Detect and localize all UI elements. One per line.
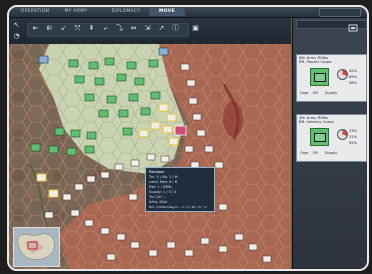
unit-counter — [84, 145, 95, 154]
unit-counter — [68, 59, 79, 68]
unit-counter — [74, 75, 85, 84]
unit-stat-label: Eff. — [313, 91, 319, 95]
game-window: OPERATION MY ARMY DIPLOMACY MOVE ↖ ◔ ⇤ ⇇… — [0, 0, 372, 274]
unit-counter — [98, 109, 109, 118]
unit-stat-label: Supply — [325, 91, 338, 95]
top-tab-bar: OPERATION MY ARMY DIPLOMACY MOVE — [9, 7, 367, 18]
unit-card[interactable]: 8th Army Rifles BR. Panzer Corps 42% 89%… — [296, 54, 367, 102]
unit-stat: 42% — [349, 69, 357, 73]
tooltip-line: Infra: Skld — [149, 200, 167, 204]
order-icon-7[interactable]: ⤵ — [115, 24, 124, 33]
tooltip-title: Paradom — [149, 170, 165, 174]
unit-counter — [158, 47, 169, 56]
unit-counter — [88, 61, 99, 70]
zoom-icon[interactable]: ◔ — [12, 32, 21, 41]
unit-counter — [118, 109, 129, 118]
unit-counter — [86, 131, 97, 140]
order-icon-9[interactable]: ⇲ — [143, 24, 152, 33]
order-icon-5[interactable]: ⇞ — [87, 24, 96, 33]
minimap[interactable] — [13, 227, 60, 267]
info-icon[interactable]: ⓘ — [171, 24, 180, 33]
unit-stat: 89% — [349, 75, 357, 79]
unit-stat: 36% — [349, 81, 357, 85]
tab-move[interactable]: MOVE — [149, 8, 185, 16]
org-gauge — [337, 129, 348, 140]
unit-counter — [128, 93, 139, 102]
tooltip-line: Trn Ctrl: ... — [149, 195, 168, 199]
unit-counter — [66, 147, 77, 156]
unit-info-panel: 8th Army Rifles BR. Panzer Corps 42% 89%… — [292, 18, 367, 269]
tooltip-line: Trn: 5 / Ab: 1 / M — [149, 175, 178, 179]
unit-counter — [84, 93, 95, 102]
unit-counter — [126, 61, 137, 70]
unit-card[interactable]: 4th Army Rifles BR. Infantry Corps 23% 3… — [296, 114, 367, 162]
unit-counter — [104, 57, 115, 66]
tab-operation[interactable]: OPERATION — [17, 8, 53, 16]
unit-stat-label: Eff. — [313, 151, 319, 155]
org-gauge — [337, 69, 348, 80]
unit-counter-icon[interactable]: ▣ — [191, 24, 200, 33]
pointer-icon[interactable]: ➚ — [157, 24, 166, 33]
order-icon-6[interactable]: ⤶ — [101, 24, 110, 33]
unit-counter — [48, 145, 59, 154]
enemy-unit — [174, 125, 187, 136]
order-icon-4[interactable]: ⤲ — [73, 24, 82, 33]
order-icon-8[interactable]: ↭ — [129, 24, 138, 33]
top-right-control[interactable] — [319, 8, 361, 17]
unit-stat-label: Orgs — [300, 151, 309, 155]
toolbar: ↖ ◔ ⇤ ⇇ ↙ ⤲ ⇞ ⤶ ⤵ ↭ ⇲ ➚ ⓘ ▣ — [9, 18, 291, 44]
unit-stat: 31% — [349, 135, 357, 139]
hex-info-tooltip: Paradom Trn: 5 / Ab: 1 / M Land: Mov: 6 … — [145, 167, 215, 212]
unit-counter-icon — [310, 68, 329, 86]
order-icon-3[interactable]: ↙ — [59, 24, 68, 33]
unit-counter — [106, 95, 117, 104]
order-icon-2[interactable]: ⇇ — [45, 24, 54, 33]
unit-counter-icon — [310, 128, 329, 146]
unit-counter — [54, 127, 65, 136]
unit-counter — [134, 77, 145, 86]
unit-stat: 23% — [349, 129, 357, 133]
unit-counter — [30, 143, 41, 152]
tooltip-line: Supply: 1 / 5 / 4 — [149, 190, 177, 194]
unit-counter — [122, 127, 133, 136]
unit-stat: 55% — [349, 141, 357, 145]
unit-subtitle: BR. Infantry Corps — [299, 119, 334, 124]
unit-counter — [38, 55, 49, 64]
tooltip-line: Land: Mov: 6 / B — [149, 180, 178, 184]
attack-icon[interactable]: ⇤ — [31, 24, 40, 33]
unit-counter — [94, 77, 105, 86]
tab-my-army[interactable]: MY ARMY — [61, 8, 91, 16]
terrain-dark-patch — [223, 101, 243, 137]
unit-counter — [116, 73, 127, 82]
unit-stat-label: Supply — [325, 151, 338, 155]
unit-counter — [70, 129, 81, 138]
tooltip-line: Pwr: 1 / BRSL — [149, 185, 173, 189]
unit-stat-label: Orgs — [300, 91, 309, 95]
move-arrow-icon[interactable]: ↖ — [12, 21, 21, 30]
unit-counter — [148, 59, 159, 68]
unit-counter — [140, 107, 151, 116]
unit-counter — [150, 91, 161, 100]
tooltip-line: Brd: 2 Rifled Regim... 2 / 3 / 40 / 37 /… — [149, 205, 207, 209]
unit-subtitle: BR. Panzer Corps — [299, 59, 332, 64]
corner-icon[interactable] — [348, 23, 358, 33]
tab-diplomacy[interactable]: DIPLOMACY — [107, 8, 145, 16]
game-viewport: OPERATION MY ARMY DIPLOMACY MOVE ↖ ◔ ⇤ ⇇… — [7, 5, 369, 271]
